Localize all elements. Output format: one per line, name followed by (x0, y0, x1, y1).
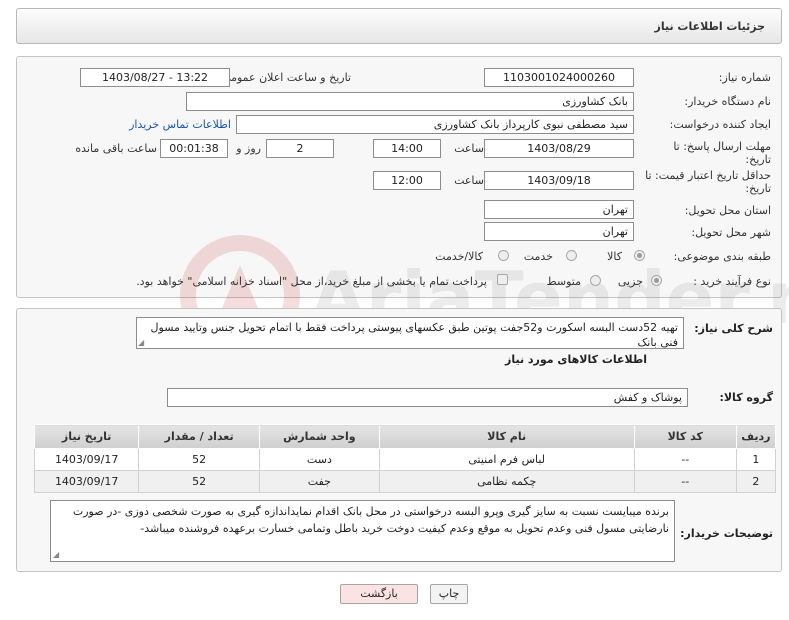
city-label: شهر محل تحویل: (691, 226, 771, 239)
reply-deadline-time-field: 14:00 (373, 139, 441, 158)
remaining-time-label: ساعت باقی مانده (75, 142, 157, 155)
cell-unit: دست (259, 448, 380, 471)
col-item-name: نام کالا (378, 424, 635, 449)
goods-section-title: اطلاعات کالاهای مورد نیاز (505, 353, 647, 366)
purchase-medium-radio[interactable] (590, 275, 601, 286)
need-number-field: 1103001024000260 (484, 68, 634, 87)
reply-days-field: 2 (266, 139, 334, 158)
province-label: استان محل تحویل: (684, 204, 771, 217)
announce-datetime-label: تاریخ و ساعت اعلان عمومی: (218, 71, 351, 84)
purchase-medium-label: متوسط (546, 275, 581, 288)
col-quantity: تعداد / مقدار (138, 424, 261, 449)
need-number-label: شماره نیاز: (718, 71, 771, 84)
cell-item-code: -- (633, 448, 737, 471)
price-validity-time-label: ساعت (454, 174, 484, 187)
cell-need-date: 1403/09/17 (33, 448, 140, 471)
back-button[interactable]: بازگشت (340, 584, 418, 604)
cell-item-name: لباس فرم امنیتی (378, 448, 635, 471)
price-validity-date-field: 1403/09/18 (484, 171, 634, 190)
reply-deadline-label-date: تاریخ: (745, 153, 771, 166)
col-unit: واحد شمارش (259, 424, 380, 449)
cell-item-name: چکمه نظامی (378, 470, 635, 493)
cell-quantity: 52 (138, 448, 261, 471)
notes-resize-handle-icon[interactable]: ◢ (53, 551, 61, 559)
print-button[interactable]: چاپ (430, 584, 468, 604)
cell-row-number: 1 (735, 448, 777, 471)
col-row-number: ردیف (735, 424, 777, 449)
page-title: جزئیات اطلاعات نیاز (654, 20, 766, 33)
cell-row-number: 2 (735, 470, 777, 493)
table-row: 2 -- چکمه نظامی جفت 52 1403/09/17 (33, 470, 777, 493)
category-service-radio[interactable] (566, 250, 577, 261)
category-label: طبقه بندی موضوعی: (673, 250, 771, 263)
announce-datetime-field: 1403/08/27 - 13:22 (80, 68, 230, 87)
page-header: جزئیات اطلاعات نیاز (16, 8, 782, 44)
cell-need-date: 1403/09/17 (33, 470, 140, 493)
cell-quantity: 52 (138, 470, 261, 493)
reply-deadline-label: مهلت ارسال پاسخ: تا (673, 140, 771, 153)
price-validity-label-date: تاریخ: (745, 182, 771, 195)
province-field: تهران (484, 200, 634, 219)
purchase-small-radio[interactable] (651, 275, 662, 286)
price-validity-time-field: 12:00 (373, 171, 441, 190)
category-goods-label: کالا (607, 250, 622, 263)
requester-field: سید مصطفی نبوی کارپرداز بانک کشاورزی (236, 115, 634, 134)
table-row: 1 -- لباس فرم امنیتی دست 52 1403/09/17 (33, 448, 777, 471)
goods-group-field: پوشاک و کفش (167, 388, 688, 407)
buyer-contact-link[interactable]: اطلاعات تماس خریدار (129, 118, 231, 131)
treasury-checkbox[interactable] (497, 274, 508, 285)
price-validity-label: حداقل تاریخ اعتبار قیمت: تا (645, 169, 771, 182)
buyer-org-field: بانک کشاورزی (186, 92, 634, 111)
requester-label: ایجاد کننده درخواست: (669, 118, 771, 131)
description-textarea[interactable]: تهیه 52دست البسه اسکورت و52جفت پوتین طبق… (136, 317, 684, 349)
reply-deadline-date-field: 1403/08/29 (484, 139, 634, 158)
cell-item-code: -- (633, 470, 737, 493)
category-both-radio[interactable] (498, 250, 509, 261)
resize-handle-icon[interactable]: ◢ (138, 339, 146, 347)
category-service-label: خدمت (523, 250, 553, 263)
buyer-notes-label: توضیحات خریدار: (680, 527, 773, 540)
reply-deadline-time-label: ساعت (454, 142, 484, 155)
category-both-label: کالا/خدمت (435, 250, 483, 263)
goods-group-label: گروه کالا: (719, 391, 773, 404)
treasury-checkbox-label: پرداخت تمام یا بخشی از مبلغ خرید،از محل … (136, 275, 487, 288)
col-item-code: کد کالا (633, 424, 737, 449)
category-goods-radio[interactable] (634, 250, 645, 261)
city-field: تهران (484, 222, 634, 241)
reply-days-label: روز و (236, 142, 261, 155)
buyer-org-label: نام دستگاه خریدار: (684, 95, 771, 108)
remaining-time-field: 00:01:38 (160, 139, 228, 158)
cell-unit: جفت (259, 470, 380, 493)
col-need-date: تاریخ نیاز (33, 424, 140, 449)
purchase-type-label: نوع فرآیند خرید : (693, 275, 771, 288)
purchase-small-label: جزیی (617, 275, 643, 288)
buyer-notes-textarea[interactable]: برنده میبایست نسبت به سایز گیری وپرو الب… (50, 500, 675, 562)
table-header-row: ردیف کد کالا نام کالا واحد شمارش تعداد /… (33, 424, 777, 449)
goods-table: ردیف کد کالا نام کالا واحد شمارش تعداد /… (33, 424, 777, 493)
description-label: شرح کلی نیاز: (694, 322, 773, 335)
